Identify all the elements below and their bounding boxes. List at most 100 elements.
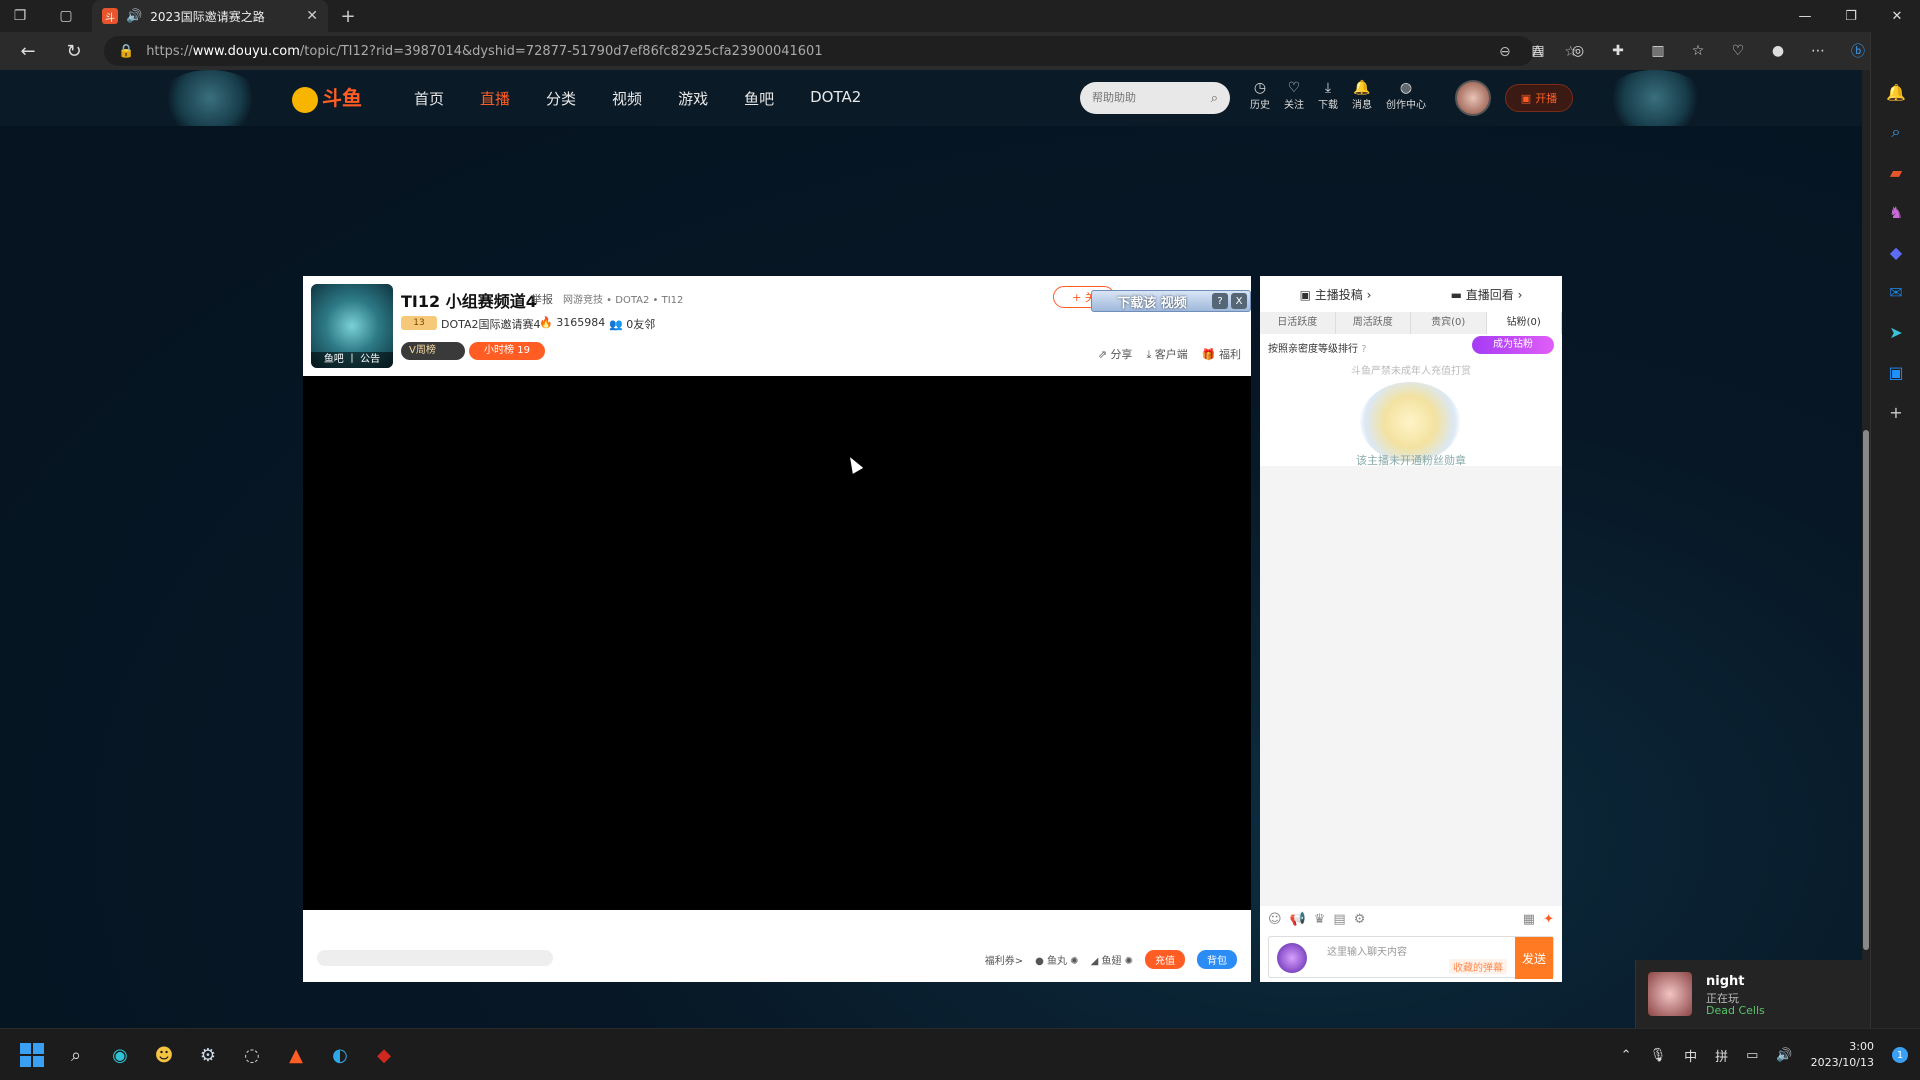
start-button[interactable]: [16, 1039, 48, 1071]
tab-diamond-fans[interactable]: 钻粉(0): [1486, 312, 1562, 334]
chat-input-placeholder[interactable]: 这里输入聊天内容: [1327, 943, 1407, 958]
nav-games[interactable]: 游戏: [678, 88, 708, 109]
minimize-button[interactable]: —: [1782, 0, 1828, 32]
network-icon[interactable]: ▭: [1746, 1048, 1758, 1063]
start-live-button[interactable]: ▣ 开播: [1505, 84, 1573, 112]
taskbar-search-icon[interactable]: ⌕: [60, 1039, 92, 1071]
send-button[interactable]: 发送: [1515, 937, 1553, 979]
card-icon[interactable]: ▤: [1333, 912, 1345, 927]
tab-weekly[interactable]: 周活跃度: [1335, 312, 1411, 334]
tab-daily[interactable]: 日活跃度: [1260, 312, 1336, 334]
nav-category[interactable]: 分类: [546, 88, 576, 109]
extension-icon[interactable]: ◎: [1565, 38, 1591, 64]
gift-bar[interactable]: [317, 950, 553, 966]
douyu-logo[interactable]: 斗鱼: [292, 82, 362, 113]
user-avatar[interactable]: [1455, 80, 1491, 116]
split-screen-icon[interactable]: ▥: [1645, 38, 1671, 64]
app-icon[interactable]: ▣: [1871, 352, 1920, 392]
douyu-taskbar-icon[interactable]: ▲: [280, 1039, 312, 1071]
contribute-link[interactable]: ▣ 主播投稿 ›: [1300, 286, 1372, 303]
zoom-icon[interactable]: ⊖: [1499, 44, 1511, 60]
steam-friend-toast[interactable]: night 正在玩 Dead Cells: [1635, 960, 1870, 1028]
backpack-button[interactable]: 背包: [1197, 950, 1237, 969]
tab-vip[interactable]: 贵宾(0): [1411, 312, 1487, 334]
lock-icon[interactable]: 🔒: [118, 44, 134, 59]
edge-taskbar-icon[interactable]: ◉: [104, 1039, 136, 1071]
room-avatar[interactable]: 鱼吧 丨 公告: [311, 284, 393, 368]
site-search[interactable]: ⌕: [1080, 82, 1230, 114]
steam-icon[interactable]: ⚙: [192, 1039, 224, 1071]
tray-chevron-icon[interactable]: ⌃: [1621, 1048, 1632, 1063]
nav-live[interactable]: 直播: [480, 88, 510, 109]
chat-input-box[interactable]: 这里输入聊天内容 收藏的弹幕 发送: [1268, 936, 1554, 979]
client-button[interactable]: ⤓ 客户端: [1146, 346, 1187, 362]
app-circle-icon[interactable]: ◌: [236, 1039, 268, 1071]
download-video-label[interactable]: 下载该 视频: [1092, 292, 1212, 311]
anchor-name[interactable]: DOTA2国际邀请赛4: [441, 316, 541, 332]
more-menu-icon[interactable]: ⋯: [1805, 38, 1831, 64]
settings-icon[interactable]: ⚙: [1354, 912, 1366, 927]
games-icon[interactable]: ♞: [1871, 192, 1920, 232]
audio-playing-icon[interactable]: 🔊: [126, 9, 142, 24]
new-tab-button[interactable]: +: [336, 4, 360, 28]
close-tab-icon[interactable]: ✕: [306, 8, 318, 24]
help-icon[interactable]: ?: [1212, 293, 1228, 309]
favorites-icon[interactable]: ☆: [1685, 38, 1711, 64]
question-icon[interactable]: ?: [1361, 344, 1366, 355]
extensions-puzzle-icon[interactable]: ✚: [1605, 38, 1631, 64]
back-button[interactable]: ←: [10, 33, 46, 69]
ime-mode[interactable]: 拼: [1715, 1046, 1728, 1065]
close-window-button[interactable]: ✕: [1874, 0, 1920, 32]
room-category[interactable]: 网游竞技 • DOTA2 • TI12: [563, 291, 683, 306]
gift-icon[interactable]: ✦: [1543, 912, 1554, 927]
recharge-button[interactable]: 充值: [1145, 950, 1185, 969]
video-download-bar[interactable]: 下载该 视频 ? X: [1091, 290, 1251, 312]
copilot-sidebar-icon[interactable]: ◆: [1871, 232, 1920, 272]
crown-icon[interactable]: ♛: [1314, 912, 1326, 927]
page-scrollbar[interactable]: [1862, 70, 1870, 1028]
download-button[interactable]: ⤓ 下载: [1318, 80, 1338, 111]
follow-button[interactable]: ♡ 关注: [1284, 80, 1304, 111]
app-yellow-icon[interactable]: ☻: [148, 1039, 180, 1071]
emoji-icon[interactable]: ☺: [1268, 912, 1282, 927]
nav-yuba[interactable]: 鱼吧: [744, 88, 774, 109]
send-icon[interactable]: ➤: [1871, 312, 1920, 352]
history-button[interactable]: ◷ 历史: [1250, 80, 1270, 111]
danmu-icon[interactable]: ▦: [1523, 912, 1535, 927]
sidebar-search-icon[interactable]: ⌕: [1871, 112, 1920, 152]
tab-actions-icon[interactable]: ▢: [46, 0, 86, 32]
report-link[interactable]: 举报: [531, 291, 553, 307]
browser-essentials-icon[interactable]: ♡: [1725, 38, 1751, 64]
nav-dota2[interactable]: DOTA2: [810, 88, 861, 109]
nav-home[interactable]: 首页: [414, 88, 444, 109]
clock[interactable]: 3:00 2023/10/13: [1811, 1039, 1874, 1071]
notification-badge[interactable]: 1: [1892, 1047, 1908, 1063]
workspaces-icon[interactable]: ❐: [0, 0, 40, 32]
search-icon[interactable]: ⌕: [1211, 91, 1218, 106]
replay-link[interactable]: ▬ 直播回看 ›: [1451, 286, 1523, 303]
close-icon[interactable]: X: [1231, 293, 1247, 309]
weekly-rank-badge[interactable]: V周榜: [401, 342, 465, 360]
scrollbar-thumb[interactable]: [1863, 430, 1869, 950]
address-bar[interactable]: 🔒 https://www.douyu.com/topic/TI12?rid=3…: [104, 36, 1577, 66]
favorite-danmu-button[interactable]: 收藏的弹幕: [1449, 959, 1507, 974]
app-blue-icon[interactable]: ◐: [324, 1039, 356, 1071]
copilot-icon[interactable]: ⓑ: [1845, 38, 1871, 64]
avatar-caption[interactable]: 鱼吧 丨 公告: [311, 352, 393, 368]
become-fan-button[interactable]: 成为钻粉: [1472, 336, 1554, 354]
share-button[interactable]: ⇗ 分享: [1098, 346, 1133, 362]
volume-icon[interactable]: 🔊: [1776, 1048, 1792, 1063]
refresh-button[interactable]: ↻: [56, 33, 92, 69]
browser-tab-active[interactable]: 斗 🔊 2023国际邀请赛之路 ✕: [92, 0, 328, 32]
ime-language[interactable]: 中: [1684, 1046, 1697, 1065]
hour-rank-badge[interactable]: 小时榜 19: [469, 342, 545, 360]
outlook-icon[interactable]: ✉: [1871, 272, 1920, 312]
notification-bell-icon[interactable]: 🔔: [1871, 72, 1920, 112]
toolbox-icon[interactable]: ▰: [1871, 152, 1920, 192]
messages-button[interactable]: 🔔 消息: [1352, 80, 1372, 111]
search-input[interactable]: [1092, 92, 1192, 104]
immersive-reader-icon[interactable]: ▤: [1525, 38, 1551, 64]
profile-icon[interactable]: ●: [1765, 38, 1791, 64]
creator-center-button[interactable]: ◍ 创作中心: [1386, 80, 1426, 111]
nav-video[interactable]: 视频: [612, 88, 642, 109]
